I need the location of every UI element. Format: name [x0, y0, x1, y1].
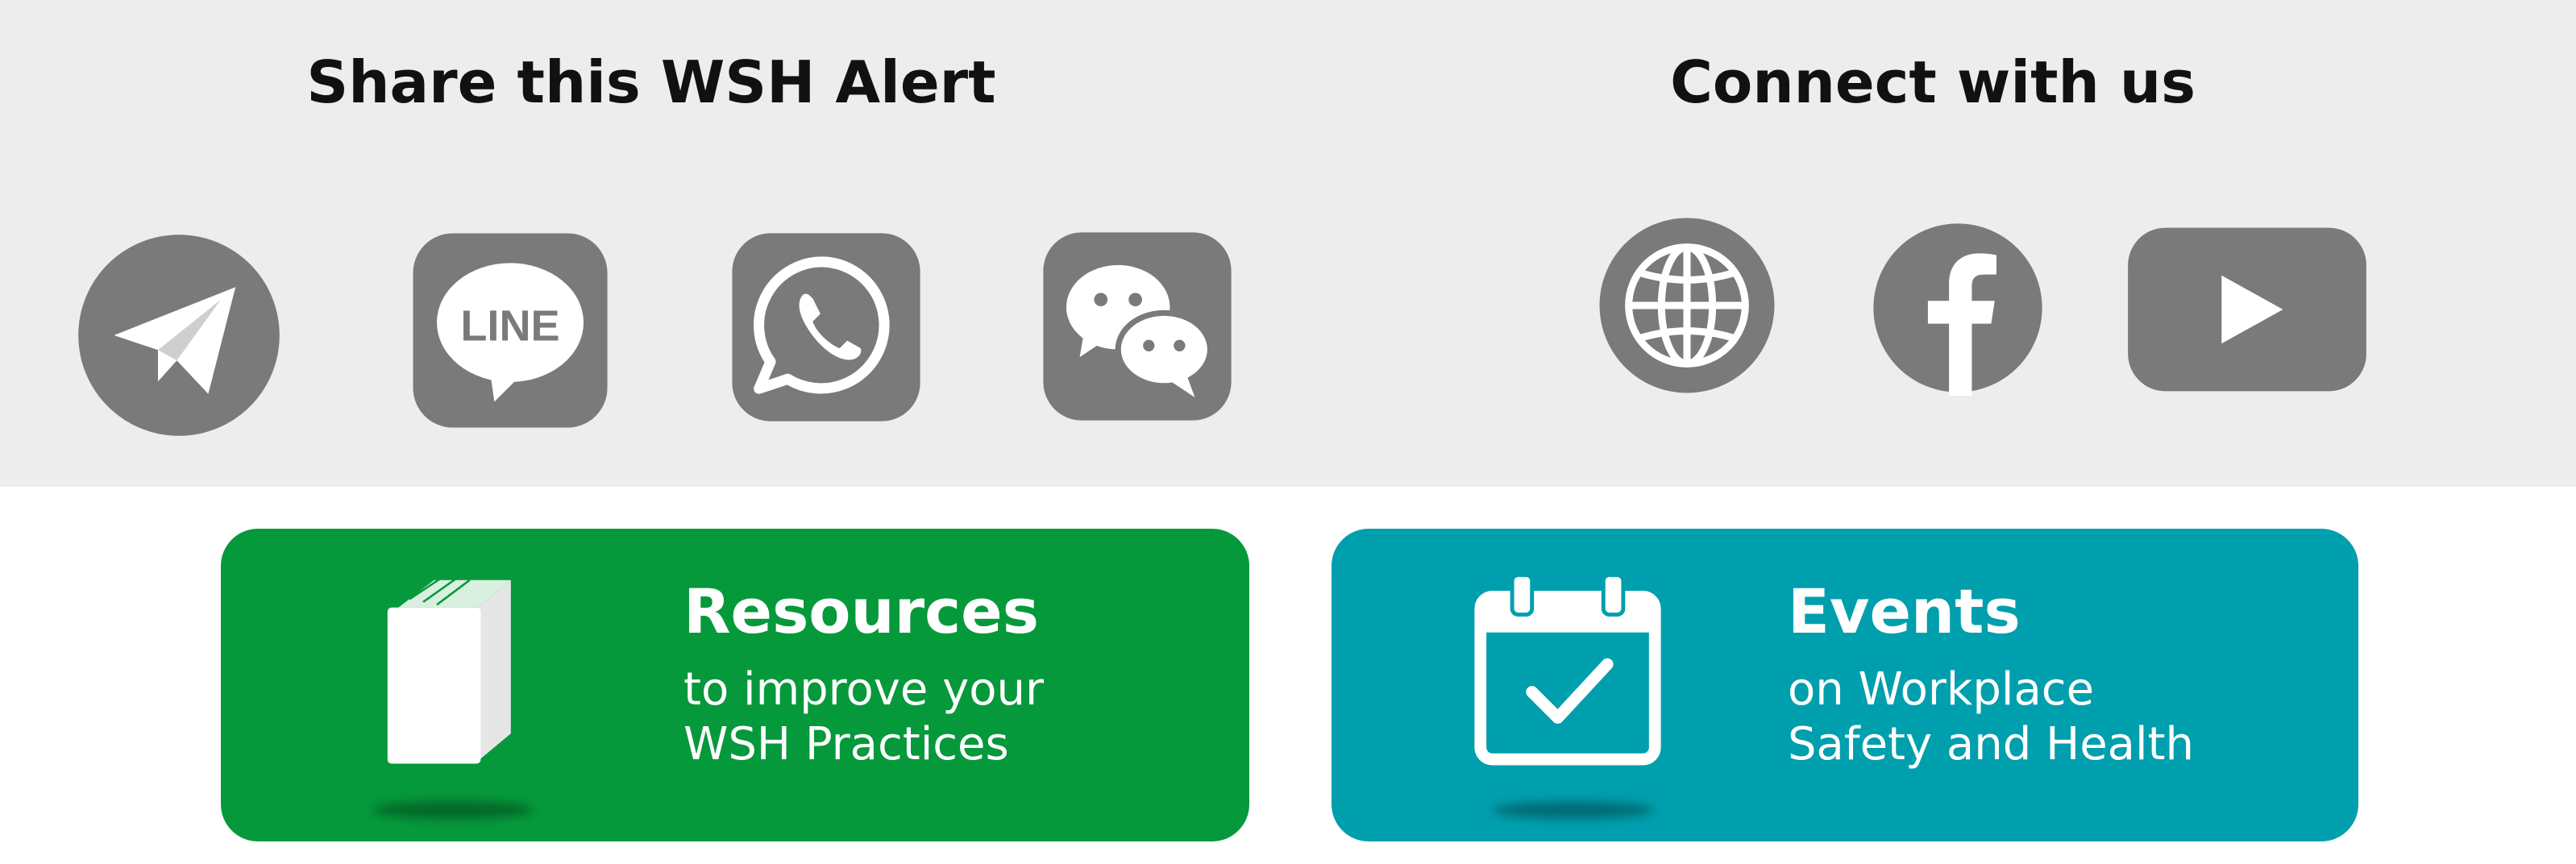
wechat-icon — [1043, 232, 1232, 421]
connect-heading: Connect with us — [1670, 48, 2196, 116]
resources-title: Resources — [683, 575, 1039, 647]
telegram-icon — [78, 235, 280, 436]
share-heading: Share this WSH Alert — [306, 48, 996, 116]
line-share-button[interactable]: LINE — [411, 231, 609, 430]
book-shadow — [372, 801, 534, 819]
youtube-icon — [2128, 227, 2366, 392]
wechat-share-button[interactable] — [1041, 231, 1233, 422]
calendar-check-icon — [1469, 569, 1667, 767]
website-link[interactable] — [1596, 214, 1778, 397]
facebook-link[interactable] — [1870, 219, 2046, 397]
events-title: Events — [1788, 575, 2021, 647]
youtube-link[interactable] — [2126, 224, 2368, 395]
facebook-icon — [1873, 223, 2042, 396]
whatsapp-icon — [732, 233, 920, 422]
resources-card[interactable]: Resources to improve your WSH Practices — [221, 529, 1249, 841]
globe-icon — [1599, 218, 1775, 393]
svg-text:LINE: LINE — [460, 301, 559, 350]
events-subtitle-line1: on Workplace — [1788, 663, 2095, 716]
book-icon — [382, 569, 519, 780]
whatsapp-share-button[interactable] — [730, 231, 922, 424]
line-icon: LINE — [413, 233, 608, 428]
resources-subtitle-line2: WSH Practices — [683, 718, 1009, 771]
resources-subtitle: to improve your WSH Practices — [683, 663, 1044, 772]
resources-subtitle-line1: to improve your — [683, 663, 1045, 716]
calendar-shadow — [1493, 801, 1654, 819]
events-subtitle: on Workplace Safety and Health — [1788, 663, 2194, 772]
telegram-share-button[interactable] — [74, 231, 284, 440]
events-card[interactable]: Events on Workplace Safety and Health — [1332, 529, 2358, 841]
events-subtitle-line2: Safety and Health — [1788, 718, 2194, 771]
